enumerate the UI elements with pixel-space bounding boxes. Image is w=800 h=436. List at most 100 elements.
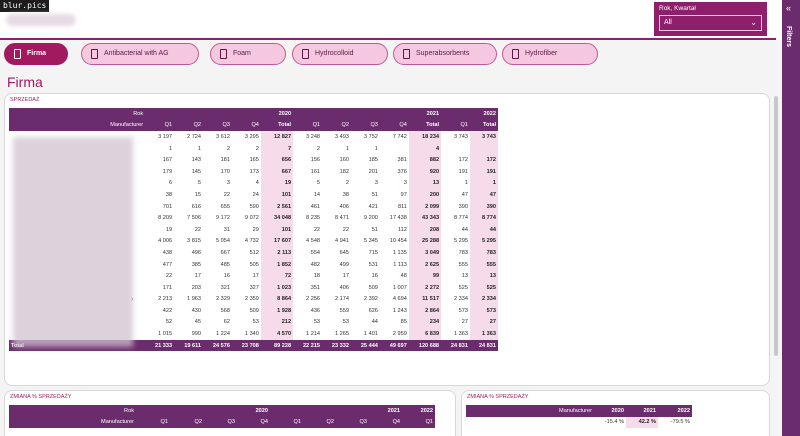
value-cell: 2 <box>345 180 349 187</box>
year-header-2022[interactable]: 2022 <box>441 108 498 120</box>
value-cell: 44 <box>461 226 468 233</box>
tab-antibacterial-with-ag[interactable]: Antibacterial with AG <box>81 43 199 65</box>
quarter-column-header[interactable]: Q2 <box>170 416 204 429</box>
value-cell: 10 454 <box>389 238 407 245</box>
value-cell: 3 <box>374 180 378 187</box>
value-cell <box>441 143 470 155</box>
scrollbar-thumb[interactable] <box>774 96 778 356</box>
year-header-2021[interactable]: 2021 <box>293 108 442 120</box>
value-cell: 17 <box>194 273 202 280</box>
total-cell: 19 611 <box>174 339 204 352</box>
value-cell: 51 <box>371 191 378 198</box>
tab-label: Superabsorbents <box>416 50 470 57</box>
value-cell: 554 <box>310 249 321 256</box>
value-cell: 19 <box>260 177 294 190</box>
slicer-value: All <box>664 19 672 26</box>
tab-foam[interactable]: Foam <box>210 43 286 65</box>
sales-change-matrix-table[interactable]: Rok 2020 2021 2022 Manufacturer Q1 Q2 Q3 Q4… <box>9 405 436 429</box>
value-cell: 667 <box>220 249 230 256</box>
total-column-header[interactable]: Total <box>260 119 294 132</box>
value-cell: 53 <box>313 319 321 326</box>
value-cell: 16 <box>223 273 230 280</box>
tab-superabsorbents[interactable]: Superabsorbents <box>393 43 497 65</box>
expand-double-chevron-icon[interactable]: « <box>786 3 791 13</box>
total-column-header[interactable]: Total <box>408 119 442 132</box>
value-cell: 920 <box>408 165 442 178</box>
page-title: Firma <box>7 74 43 90</box>
year-header-2021[interactable]: 2021 <box>626 405 658 417</box>
quarter-column-header[interactable]: Q3 <box>336 416 370 429</box>
quarter-column-header[interactable]: Q1 <box>145 119 175 132</box>
value-cell: 29 <box>252 226 259 233</box>
tab-label: Antibacterial with AG <box>104 50 169 57</box>
page-scrollbar[interactable] <box>773 96 779 432</box>
quarter-column-header[interactable]: Q4 <box>369 416 403 429</box>
value-cell: 555 <box>470 258 498 271</box>
year-header-2020[interactable]: 2020 <box>136 405 271 417</box>
quarter-column-header[interactable]: Q4 <box>237 416 271 429</box>
quarter-column-header[interactable]: Q1 <box>293 119 323 132</box>
value-cell: 200 <box>408 189 442 201</box>
value-cell: 509 <box>368 284 378 291</box>
value-cell: 171 <box>162 284 173 291</box>
quarter-column-header[interactable]: Q4 <box>231 119 261 132</box>
value-cell: 2 113 <box>260 247 294 259</box>
quarter-column-header[interactable]: Q1 <box>270 416 304 429</box>
value-cell: 19 <box>165 226 173 233</box>
value-cell: 2 272 <box>408 281 442 294</box>
value-cell: 191 <box>458 168 468 175</box>
quarter-column-header[interactable]: Q2 <box>303 416 337 429</box>
value-cell: 3 612 <box>215 133 230 140</box>
filters-pane[interactable]: « Filters <box>782 0 800 436</box>
value-cell: 2 <box>255 145 259 152</box>
value-cell: 62 <box>223 319 230 326</box>
value-cell: 3 295 <box>244 133 259 140</box>
value-cell: 505 <box>249 261 259 268</box>
quarter-column-header[interactable]: Q3 <box>350 119 380 132</box>
quarter-column-header[interactable]: Q3 <box>204 416 237 429</box>
manufacturer-header[interactable]: Manufacturer <box>9 416 136 429</box>
year-header-row: Rok 2020 2021 2022 <box>9 405 436 417</box>
quarter-column-header[interactable]: Q4 <box>379 119 409 132</box>
value-cell: 17 607 <box>260 235 294 248</box>
tab-firma[interactable]: Firma <box>4 43 68 65</box>
year-header-2022[interactable]: 2022 <box>658 405 692 417</box>
value-cell: 4 732 <box>244 238 259 245</box>
value-cell: 99 <box>408 270 442 282</box>
quarter-column-header[interactable]: Q3 <box>203 119 232 132</box>
year-header-row: Rok 2020 2021 2022 <box>9 108 498 120</box>
yearly-change-table[interactable]: Manufacturer 2020 2021 2022 -15.4 % 42.2… <box>466 405 692 429</box>
value-cell: 7 <box>260 142 294 155</box>
value-cell: 8 209 <box>158 215 173 222</box>
manufacturer-header[interactable]: Manufacturer <box>466 405 594 417</box>
year-header-2022[interactable]: 2022 <box>402 405 436 417</box>
value-cell: 3 743 <box>454 133 468 140</box>
value-cell: 101 <box>260 189 294 201</box>
quarter-column-header[interactable]: Q1 <box>441 119 470 132</box>
quarter-column-header[interactable]: Q1 <box>136 416 170 429</box>
value-cell: 2 174 <box>334 296 349 303</box>
quarter-column-header[interactable]: Q1 <box>402 416 436 429</box>
value-cell: 8 774 <box>470 212 498 224</box>
value-cell: 31 <box>223 226 230 233</box>
value-cell: 496 <box>191 249 202 256</box>
year-header-2020[interactable]: 2020 <box>145 108 294 120</box>
value-cell: 2 099 <box>408 200 442 213</box>
tab-hydrofiber[interactable]: Hydrofiber <box>502 43 598 65</box>
tab-label: Hydrofiber <box>525 50 558 57</box>
slicer-dropdown[interactable]: All ⌄ <box>659 15 762 31</box>
manufacturer-header[interactable]: Manufacturer <box>9 119 146 132</box>
value-cell: 406 <box>339 284 349 291</box>
quarter-column-header[interactable]: Q2 <box>322 119 351 132</box>
year-header-2021[interactable]: 2021 <box>270 405 403 417</box>
value-cell: 1 243 <box>392 307 407 314</box>
year-header-2020[interactable]: 2020 <box>594 405 626 417</box>
quarter-column-header[interactable]: Q2 <box>174 119 204 132</box>
chevron-right-icon[interactable]: › <box>131 296 133 303</box>
value-cell: 160 <box>339 157 349 164</box>
value-cell: 3 049 <box>408 247 442 259</box>
total-cell: 49 697 <box>379 339 409 352</box>
total-column-header[interactable]: Total <box>470 119 498 132</box>
header-accent-line <box>0 38 776 40</box>
tab-hydrocolloid[interactable]: Hydrocolloid <box>292 43 388 65</box>
